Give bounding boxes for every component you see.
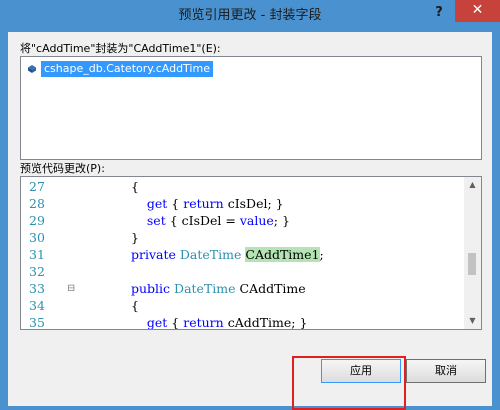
line-number: 33	[29, 281, 45, 296]
list-item-label: cshape_db.Catetory.cAddTime	[41, 61, 213, 77]
cancel-button[interactable]: 取消	[406, 359, 486, 383]
code-text: {	[131, 179, 139, 194]
preview-label: 预览代码更改(P):	[20, 162, 105, 175]
title-bar[interactable]: 预览引用更改 - 封装字段 ? ✕	[0, 0, 500, 32]
code-line: 32	[21, 263, 481, 280]
code-line: 31 private DateTime CAddTime1;	[21, 246, 481, 263]
line-number: 34	[29, 298, 45, 313]
scroll-up-icon[interactable]: ▲	[464, 177, 481, 193]
code-preview[interactable]: 27{28 get { return cIsDel; } 29 set { cIs…	[20, 176, 482, 330]
help-button[interactable]: ?	[426, 2, 452, 24]
code-line: 27 {	[21, 178, 481, 195]
references-list[interactable]: cshape_db.Catetory.cAddTime	[20, 56, 482, 160]
references-label: 将"cAddTime"封装为"CAddTime1"(E):	[20, 42, 221, 55]
line-number: 35	[29, 315, 45, 330]
line-number: 31	[29, 247, 45, 262]
code-line: 33 ⊟ public DateTime CAddTime	[21, 280, 481, 297]
code-text: set { cIsDel = value; }	[131, 213, 290, 228]
code-text: get { return cIsDel; }	[131, 196, 284, 211]
window-title: 预览引用更改 - 封装字段	[178, 8, 322, 23]
highlight-annotation	[292, 356, 406, 410]
dialog-window: 预览引用更改 - 封装字段 ? ✕ 将"cAddTime"封装为"CAddTim…	[0, 0, 500, 410]
code-text: {	[131, 298, 139, 313]
close-button[interactable]: ✕	[455, 0, 500, 22]
line-number: 29	[29, 213, 45, 228]
code-line: 30}	[21, 229, 481, 246]
scroll-thumb[interactable]	[468, 253, 476, 275]
scroll-down-icon[interactable]: ▼	[464, 313, 481, 329]
code-line: 29 set { cIsDel = value; }	[21, 212, 481, 229]
vertical-scrollbar[interactable]: ▲ ▼	[464, 177, 481, 329]
code-line: 35 get { return cAddTime; }	[21, 314, 481, 330]
code-text: get { return cAddTime; }	[131, 315, 308, 330]
code-line: 34 {	[21, 297, 481, 314]
line-number: 32	[29, 264, 45, 279]
dialog-body: 将"cAddTime"封装为"CAddTime1"(E): cshape_db.…	[8, 32, 492, 410]
field-icon	[28, 65, 36, 73]
line-number: 27	[29, 179, 45, 194]
code-line: 28 get { return cIsDel; }	[21, 195, 481, 212]
collapse-toggle-icon[interactable]: ⊟	[67, 280, 75, 297]
code-text: public DateTime CAddTime	[131, 281, 306, 296]
code-text: private DateTime CAddTime1;	[131, 247, 324, 262]
line-number: 30	[29, 230, 45, 245]
line-number: 28	[29, 196, 45, 211]
code-text: }	[131, 230, 139, 245]
